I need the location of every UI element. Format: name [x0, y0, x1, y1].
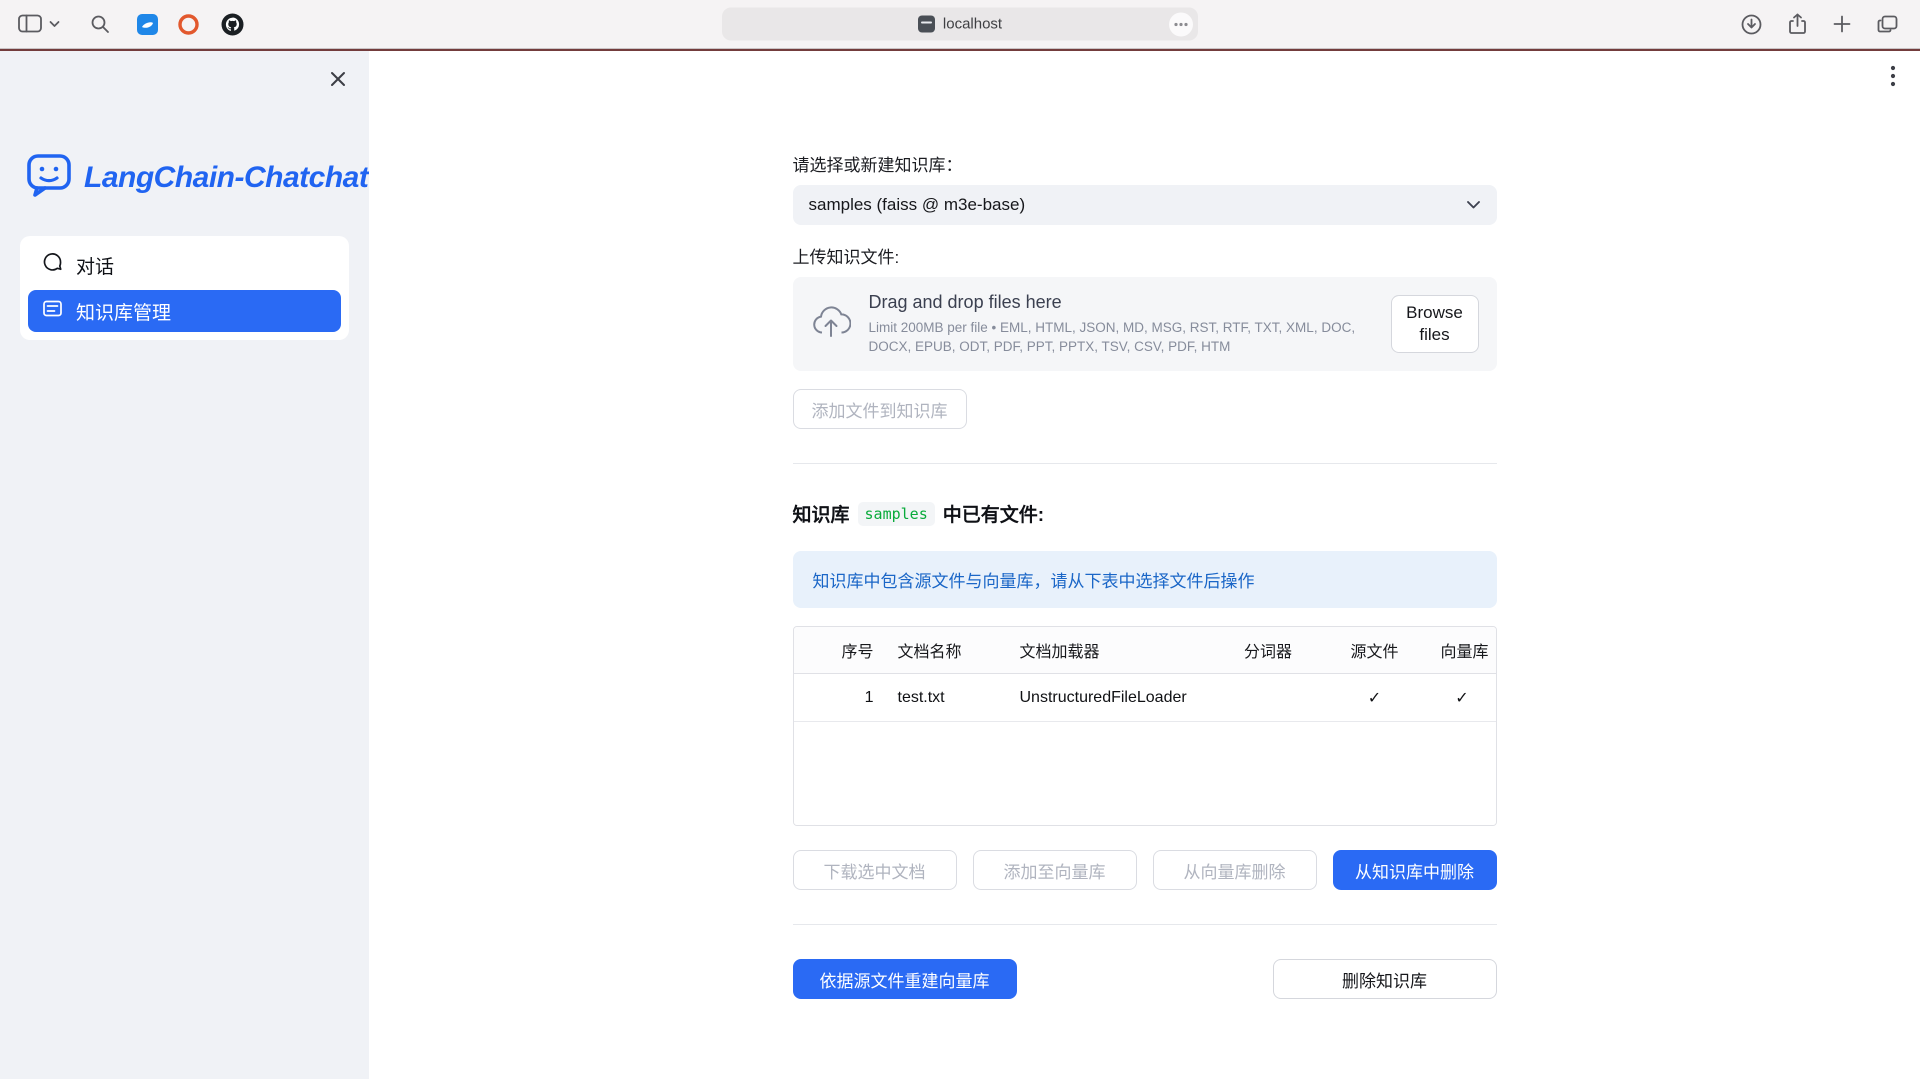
kb-name-code: samples: [858, 502, 935, 526]
kb-select-value: samples (faiss @ m3e-base): [809, 195, 1026, 215]
section-divider: [793, 924, 1497, 925]
download-selected-button[interactable]: 下载选中文档: [793, 850, 957, 890]
app-sidebar: LangChain-Chatchat 对话 知识库管理: [0, 51, 369, 1079]
remove-from-vector-button[interactable]: 从向量库删除: [1153, 850, 1317, 890]
cell-index: 1: [794, 689, 886, 707]
search-icon[interactable]: [90, 14, 110, 34]
sidebar-item-label: 对话: [76, 252, 114, 279]
kb-select-label: 请选择或新建知识库：: [793, 151, 1497, 176]
file-actions: 下载选中文档 添加至向量库 从向量库删除 从知识库中删除: [793, 850, 1497, 890]
sidebar-item-label: 知识库管理: [76, 298, 171, 325]
kb-select[interactable]: samples (faiss @ m3e-base): [793, 185, 1497, 225]
kb-heading-suffix: 中已有文件:: [943, 500, 1044, 527]
add-to-kb-button[interactable]: 添加文件到知识库: [793, 389, 967, 429]
cell-vector-check: ✓: [1429, 688, 1496, 708]
col-header-source: 源文件: [1321, 638, 1429, 662]
table-row[interactable]: 1 test.txt UnstructuredFileLoader ✓ ✓: [794, 674, 1496, 722]
cell-source-check: ✓: [1321, 688, 1429, 708]
browser-toolbar: localhost: [0, 0, 1920, 49]
downloads-icon[interactable]: [1741, 14, 1762, 35]
sidebar-item-dialogue[interactable]: 对话: [28, 244, 341, 286]
table-empty-area: [794, 722, 1496, 825]
delete-from-kb-button[interactable]: 从知识库中删除: [1333, 850, 1497, 890]
cell-loader: UnstructuredFileLoader: [1008, 689, 1216, 707]
sidebar-toggle-icon[interactable]: [18, 14, 44, 34]
col-header-loader: 文档加载器: [1008, 638, 1216, 662]
dropzone-limit: Limit 200MB per file • EML, HTML, JSON, …: [869, 319, 1373, 357]
col-header-name: 文档名称: [886, 638, 1008, 662]
share-icon[interactable]: [1788, 13, 1807, 35]
page-more-icon[interactable]: [1169, 12, 1193, 36]
chevron-down-icon: [1466, 195, 1481, 215]
files-table: 序号 文档名称 文档加载器 分词器 源文件 向量库 1 test.txt Uns…: [793, 626, 1497, 826]
info-banner: 知识库中包含源文件与向量库，请从下表中选择文件后操作: [793, 551, 1497, 608]
sidebar-nav: 对话 知识库管理: [20, 236, 349, 340]
app-menu-icon[interactable]: [1890, 65, 1896, 92]
cloud-upload-icon: [811, 305, 851, 344]
app-main: 请选择或新建知识库： samples (faiss @ m3e-base) 上传…: [369, 51, 1920, 1079]
cell-name: test.txt: [886, 689, 1008, 707]
section-divider: [793, 463, 1497, 464]
chat-bubble-icon: [42, 252, 63, 279]
kb-files-heading: 知识库 samples 中已有文件:: [793, 500, 1497, 527]
dropzone-title: Drag and drop files here: [869, 292, 1373, 313]
delete-kb-button[interactable]: 删除知识库: [1273, 959, 1497, 999]
upload-label: 上传知识文件:: [793, 243, 1497, 268]
url-text: localhost: [943, 16, 1002, 33]
github-icon[interactable]: [220, 12, 245, 37]
address-bar[interactable]: localhost: [722, 8, 1198, 41]
logo-text: LangChain-Chatchat: [84, 161, 368, 195]
new-tab-icon[interactable]: [1833, 15, 1851, 33]
logo-chat-icon: [26, 153, 72, 202]
col-header-index: 序号: [794, 638, 886, 662]
blue-app-icon[interactable]: [136, 13, 159, 36]
kb-heading-prefix: 知识库: [793, 500, 850, 527]
file-dropzone[interactable]: Drag and drop files here Limit 200MB per…: [793, 277, 1497, 371]
kb-list-icon: [42, 298, 63, 325]
files-table-header: 序号 文档名称 文档加载器 分词器 源文件 向量库: [794, 627, 1496, 674]
app-logo: LangChain-Chatchat: [26, 153, 369, 202]
browse-files-button[interactable]: Browse files: [1391, 295, 1479, 353]
site-favicon: [918, 16, 935, 33]
sidebar-item-kb-management[interactable]: 知识库管理: [28, 290, 341, 332]
kb-bottom-actions: 依据源文件重建向量库 删除知识库: [793, 959, 1497, 999]
col-header-vector: 向量库: [1429, 638, 1496, 662]
col-header-splitter: 分词器: [1216, 638, 1321, 662]
add-to-vector-button[interactable]: 添加至向量库: [973, 850, 1137, 890]
sidebar-chevron-icon[interactable]: [49, 20, 60, 28]
rebuild-vector-store-button[interactable]: 依据源文件重建向量库: [793, 959, 1017, 999]
sidebar-close-icon[interactable]: [323, 64, 353, 94]
tab-overview-icon[interactable]: [1877, 15, 1898, 34]
record-ring-icon[interactable]: [177, 13, 200, 36]
